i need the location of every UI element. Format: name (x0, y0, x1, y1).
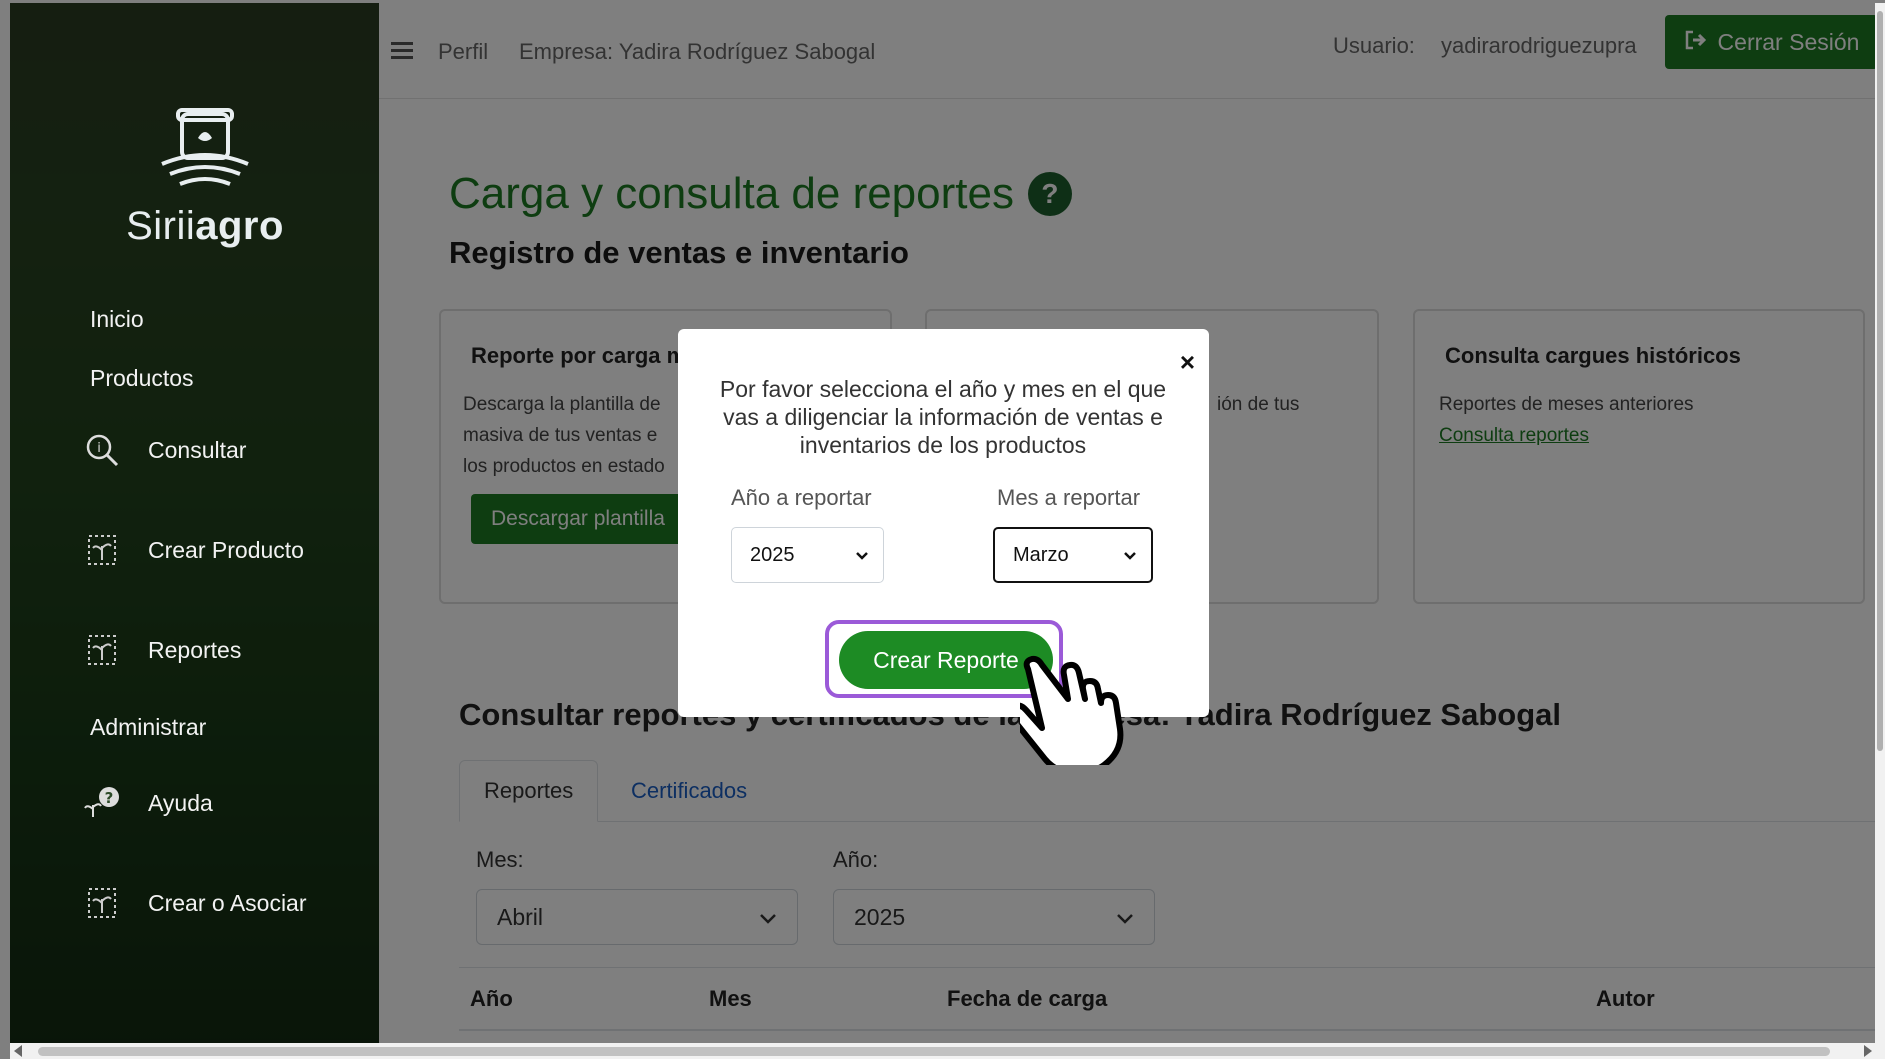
close-icon[interactable]: × (1180, 347, 1195, 378)
nav-label: Productos (90, 365, 194, 391)
chevron-down-icon (855, 544, 869, 567)
nav-label: Ayuda (148, 789, 213, 816)
modal-message: Por favor selecciona el año y mes en el … (719, 376, 1167, 458)
month-select-value: Marzo (1013, 543, 1069, 566)
horizontal-scroll-thumb[interactable] (38, 1047, 1830, 1056)
nav-inicio[interactable]: Inicio (90, 306, 144, 333)
plant-box-icon (82, 630, 122, 670)
nav-label: Reportes (148, 636, 242, 663)
nav-label: Inicio (90, 306, 144, 332)
year-label: Año a reportar (731, 485, 872, 510)
sack-logo-icon (161, 108, 249, 186)
month-select[interactable]: Marzo (993, 527, 1153, 583)
svg-text:?: ? (105, 789, 114, 807)
siriiagro-logo[interactable]: Siriiagro (110, 108, 300, 248)
month-label: Mes a reportar (997, 485, 1141, 510)
nav-productos[interactable]: Productos (90, 365, 194, 392)
year-select-value: 2025 (750, 543, 795, 566)
scroll-left-arrow-icon[interactable] (14, 1045, 22, 1057)
nav-label: Administrar (90, 714, 207, 740)
nav-crear-producto[interactable]: Crear Producto (82, 530, 304, 570)
nav-label: Crear o Asociar (148, 889, 307, 916)
svg-text:i: i (97, 441, 101, 456)
logo-text: Siriiagro (126, 204, 284, 248)
nav-consultar[interactable]: i Consultar (82, 430, 246, 470)
search-magnifier-icon: i (82, 430, 122, 470)
plant-box-icon (82, 883, 122, 923)
chevron-down-icon (1123, 544, 1137, 567)
scroll-right-arrow-icon[interactable] (1864, 1045, 1872, 1057)
nav-reportes[interactable]: Reportes (82, 630, 241, 670)
nav-label: Consultar (148, 436, 247, 463)
nav-ayuda[interactable]: ? Ayuda (82, 783, 213, 823)
plant-box-icon (82, 530, 122, 570)
plant-help-icon: ? (82, 783, 122, 823)
nav-administrar[interactable]: Administrar (90, 714, 206, 741)
nav-label: Crear Producto (148, 536, 304, 563)
vertical-scroll-thumb[interactable] (1877, 11, 1883, 751)
sidebar: Siriiagro Inicio Productos i Consultar C… (10, 3, 379, 1043)
nav-crear-o-asociar[interactable]: Crear o Asociar (82, 883, 307, 923)
vertical-scrollbar[interactable] (1875, 3, 1885, 1043)
horizontal-scrollbar[interactable] (10, 1043, 1885, 1059)
year-select[interactable]: 2025 (731, 527, 884, 583)
pointing-hand-cursor-icon (1007, 655, 1155, 777)
